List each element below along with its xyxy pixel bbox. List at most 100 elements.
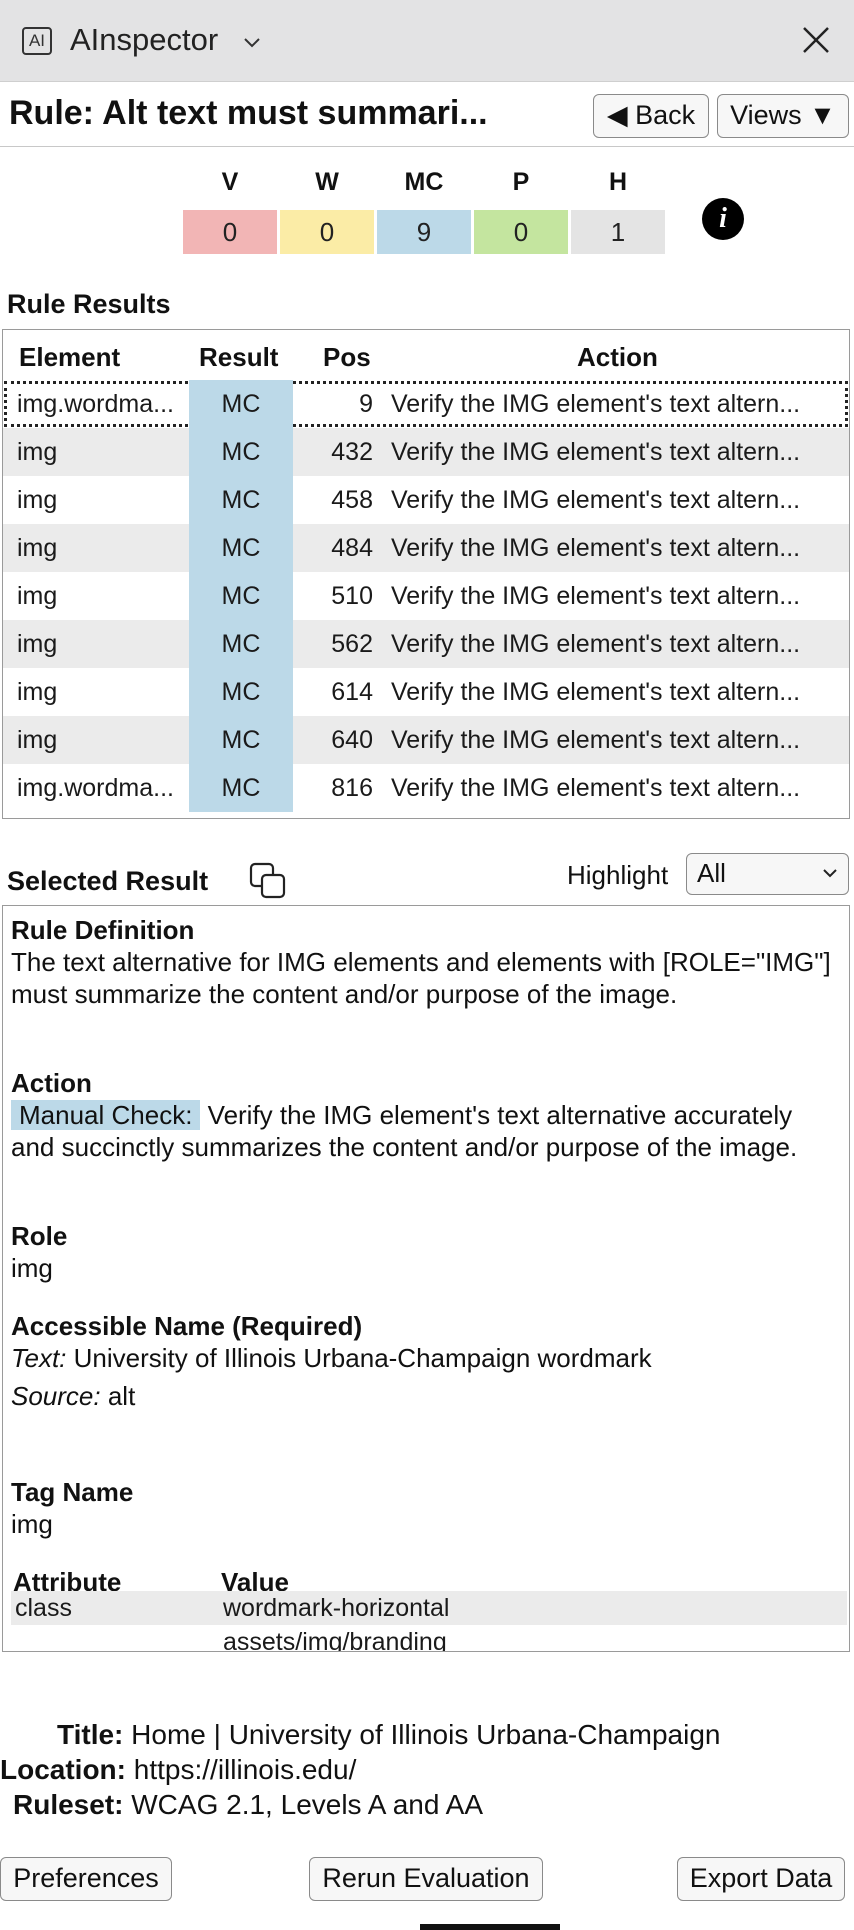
column-header-result[interactable]: Result: [199, 342, 278, 373]
attribute-row: assets/img/branding: [11, 1625, 847, 1652]
table-row[interactable]: img MC 484 Verify the IMG element's text…: [3, 524, 849, 572]
copy-icon[interactable]: [249, 862, 287, 900]
cell-action: Verify the IMG element's text altern...: [391, 534, 801, 562]
summary-count-mc: 9: [377, 210, 471, 254]
cell-result: MC: [189, 620, 293, 668]
cell-element: img: [17, 582, 58, 610]
table-row[interactable]: img MC 432 Verify the IMG element's text…: [3, 428, 849, 476]
summary-header-mc: MC: [404, 168, 444, 196]
text-value: University of Illinois Urbana-Champaign …: [73, 1343, 652, 1373]
views-button[interactable]: Views ▼: [717, 94, 849, 138]
cell-result: MC: [189, 380, 293, 428]
info-icon[interactable]: i: [702, 198, 744, 240]
column-header-pos[interactable]: Pos: [323, 342, 371, 373]
summary-count-w: 0: [280, 210, 374, 254]
location-line: Location: https://illinois.edu/: [0, 1754, 356, 1786]
cell-action: Verify the IMG element's text altern...: [391, 390, 801, 418]
accessible-name-source: Source: alt: [11, 1380, 841, 1412]
title-value: Home | University of Illinois Urbana-Cha…: [131, 1719, 721, 1750]
role-value: img: [11, 1253, 53, 1283]
divider: [0, 146, 854, 147]
attribute-row: class wordmark-horizontal: [11, 1591, 847, 1625]
close-icon[interactable]: [800, 22, 832, 58]
table-row[interactable]: img.wordma... MC 816 Verify the IMG elem…: [3, 764, 849, 812]
cell-result: MC: [189, 716, 293, 764]
export-data-button[interactable]: Export Data: [677, 1857, 845, 1901]
cell-pos: 640: [331, 726, 373, 754]
window-edge: [420, 1924, 560, 1930]
column-header-action[interactable]: Action: [577, 342, 658, 373]
back-button[interactable]: ◀ Back: [593, 94, 709, 138]
page-title-line: Title: Home | University of Illinois Urb…: [57, 1719, 720, 1751]
summary-count-p: 0: [474, 210, 568, 254]
source-value: alt: [107, 1381, 136, 1411]
cell-pos: 510: [331, 582, 373, 610]
cell-pos: 816: [331, 774, 373, 802]
highlight-label: Highlight: [567, 860, 669, 890]
action-text: Manual Check: Verify the IMG element's t…: [11, 1099, 841, 1163]
summary-count-h: 1: [571, 210, 665, 254]
table-row[interactable]: img MC 458 Verify the IMG element's text…: [3, 476, 849, 524]
app-logo-icon: AI: [22, 27, 52, 55]
cell-pos: 484: [331, 534, 373, 562]
attribute-value: assets/img/branding: [223, 1628, 447, 1652]
cell-action: Verify the IMG element's text altern...: [391, 726, 801, 754]
cell-result: MC: [189, 524, 293, 572]
location-value: https://illinois.edu/: [133, 1754, 357, 1785]
selected-result-panel: Rule Definition The text alternative for…: [2, 905, 850, 1652]
attribute-value: wordmark-horizontal: [223, 1594, 450, 1622]
cell-element: img.wordma...: [17, 774, 174, 802]
ruleset-line: Ruleset: WCAG 2.1, Levels A and AA: [13, 1789, 483, 1821]
summary-header-v: V: [221, 168, 239, 196]
rule-results-table: Element Result Pos Action img.wordma... …: [2, 329, 850, 819]
cell-action: Verify the IMG element's text altern...: [391, 486, 801, 514]
accessible-name-label: Accessible Name (Required): [11, 1311, 363, 1341]
summary-header-p: P: [512, 168, 530, 196]
tag-name-value: img: [11, 1509, 53, 1539]
cell-element: img.wordma...: [17, 390, 174, 418]
action-label: Action: [11, 1068, 92, 1098]
rule-results-heading: Rule Results: [7, 289, 171, 319]
column-header-element[interactable]: Element: [19, 342, 120, 373]
table-row[interactable]: img MC 562 Verify the IMG element's text…: [3, 620, 849, 668]
highlight-select[interactable]: All: [686, 853, 849, 895]
table-row[interactable]: img MC 614 Verify the IMG element's text…: [3, 668, 849, 716]
rule-title: Rule: Alt text must summari...: [9, 94, 488, 132]
rule-definition-label: Rule Definition: [11, 915, 195, 945]
cell-element: img: [17, 486, 58, 514]
title-bar: AI AInspector: [0, 0, 854, 82]
summary-header-w: W: [315, 168, 339, 196]
cell-result: MC: [189, 428, 293, 476]
chevron-down-icon[interactable]: [243, 28, 261, 54]
cell-action: Verify the IMG element's text altern...: [391, 678, 801, 706]
highlight-select-value: All: [697, 858, 726, 888]
cell-action: Verify the IMG element's text altern...: [391, 438, 801, 466]
cell-action: Verify the IMG element's text altern...: [391, 582, 801, 610]
cell-element: img: [17, 630, 58, 658]
location-label: Location:: [0, 1754, 126, 1785]
text-label: Text:: [11, 1343, 67, 1373]
tag-name-label: Tag Name: [11, 1477, 134, 1507]
rerun-evaluation-button[interactable]: Rerun Evaluation: [309, 1857, 543, 1901]
cell-pos: 432: [331, 438, 373, 466]
rule-definition-text: The text alternative for IMG elements an…: [11, 947, 831, 1009]
cell-action: Verify the IMG element's text altern...: [391, 774, 801, 802]
ruleset-value: WCAG 2.1, Levels A and AA: [131, 1789, 483, 1820]
title-label: Title:: [57, 1719, 124, 1750]
summary-count-v: 0: [183, 210, 277, 254]
app-title-menu[interactable]: AInspector: [70, 22, 218, 58]
manual-check-badge: Manual Check:: [11, 1100, 201, 1130]
accessible-name-text: Text: University of Illinois Urbana-Cham…: [11, 1342, 841, 1374]
role-label: Role: [11, 1221, 68, 1251]
cell-pos: 458: [331, 486, 373, 514]
table-row[interactable]: img.wordma... MC 9 Verify the IMG elemen…: [3, 380, 849, 428]
attribute-name: class: [15, 1594, 72, 1622]
table-row[interactable]: img MC 510 Verify the IMG element's text…: [3, 572, 849, 620]
preferences-button[interactable]: Preferences: [0, 1857, 172, 1901]
chevron-down-icon: [822, 854, 838, 905]
cell-element: img: [17, 678, 58, 706]
table-row[interactable]: img MC 640 Verify the IMG element's text…: [3, 716, 849, 764]
cell-element: img: [17, 726, 58, 754]
cell-pos: 562: [331, 630, 373, 658]
cell-result: MC: [189, 572, 293, 620]
